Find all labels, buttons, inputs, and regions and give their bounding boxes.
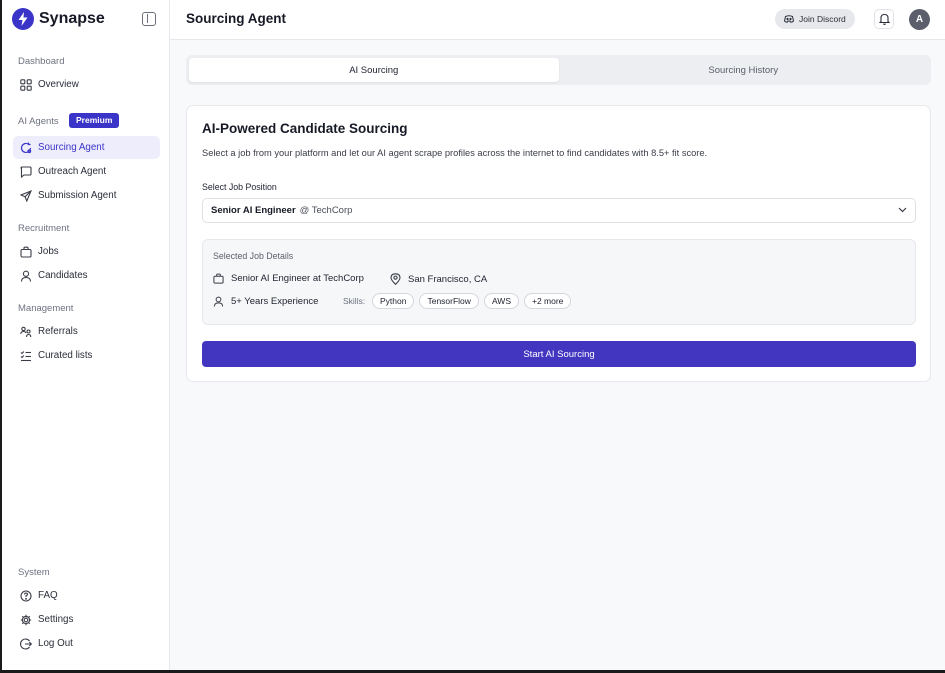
avatar[interactable]: A [909,9,930,30]
job-experience-row: 5+ Years Experience [213,296,318,307]
job-location-row: San Francisco, CA [390,273,487,285]
bell-icon [878,13,890,25]
sidebar-item-label: Jobs [38,246,59,257]
skill-tag: Python [372,293,415,309]
sidebar-item-overview[interactable]: Overview [13,73,160,96]
job-position-select[interactable]: Senior AI Engineer @ TechCorp [202,198,916,223]
chevron-down-icon [898,207,907,213]
section-label-management: Management [18,303,74,314]
tab-sourcing-history[interactable]: Sourcing History [559,58,929,82]
help-circle-icon [19,589,32,602]
send-icon [19,189,32,202]
map-pin-icon [390,273,401,285]
selected-job-title: Senior AI Engineer [211,205,296,216]
top-bar: Sourcing Agent Join Discord A [170,0,945,40]
join-discord-button[interactable]: Join Discord [775,9,855,29]
sidebar-item-settings[interactable]: Settings [13,608,160,631]
sidebar-item-label: Settings [38,614,74,625]
sidebar-item-label: Curated lists [38,350,93,361]
main-content: Sourcing Agent Join Discord A AI Sourcin… [170,0,945,670]
sidebar-item-jobs[interactable]: Jobs [13,240,160,263]
sidebar: Synapse Dashboard Overview AI Agents Pre… [2,0,170,670]
sidebar-item-sourcing-agent[interactable]: Sourcing Agent [13,136,160,159]
users-exchange-icon [19,325,32,338]
sidebar-item-referrals[interactable]: Referrals [13,320,160,343]
checklist-icon [19,349,32,362]
section-label-recruitment: Recruitment [18,223,70,234]
user-icon [19,269,32,282]
sidebar-item-logout[interactable]: Log Out [13,632,160,655]
brand-name: Synapse [39,10,105,27]
page-title: Sourcing Agent [186,11,286,26]
sidebar-item-label: Sourcing Agent [38,142,105,153]
job-role-row: Senior AI Engineer at TechCorp [213,273,364,284]
job-location: San Francisco, CA [408,273,488,285]
sidebar-collapse-icon[interactable] [142,12,156,26]
card-title: AI-Powered Candidate Sourcing [202,121,408,136]
job-role: Senior AI Engineer at TechCorp [231,273,364,284]
gear-icon [19,613,32,626]
card-description: Select a job from your platform and let … [202,148,708,158]
discord-icon [784,15,794,23]
section-label-dashboard: Dashboard [18,56,65,67]
more-skills-tag[interactable]: +2 more [523,293,572,309]
job-details-panel: Selected Job Details Senior AI Engineer … [202,239,916,325]
sidebar-item-curated-lists[interactable]: Curated lists [13,344,160,367]
sidebar-item-label: Submission Agent [38,190,117,201]
chat-bubble-icon [19,165,32,178]
brand[interactable]: Synapse [12,8,105,30]
sidebar-item-candidates[interactable]: Candidates [13,264,160,287]
sourcing-card: AI-Powered Candidate Sourcing Select a j… [186,105,931,382]
sidebar-item-label: Outreach Agent [38,166,107,177]
section-label-system: System [18,567,50,578]
sidebar-item-label: Log Out [38,638,73,649]
premium-badge: Premium [69,113,120,128]
tab-bar: AI Sourcing Sourcing History [186,55,931,85]
app-window: Synapse Dashboard Overview AI Agents Pre… [0,0,945,673]
sidebar-item-submission-agent[interactable]: Submission Agent [13,184,160,207]
logout-icon [19,637,32,650]
sidebar-item-label: Candidates [38,270,88,281]
start-ai-sourcing-button[interactable]: Start AI Sourcing [202,341,916,367]
job-position-label: Select Job Position [202,182,277,192]
section-label-ai-agents: AI Agents [18,116,59,127]
tab-ai-sourcing[interactable]: AI Sourcing [189,58,559,82]
sidebar-item-outreach-agent[interactable]: Outreach Agent [13,160,160,183]
skills-list: Python TensorFlow AWS +2 more [372,293,576,309]
details-heading: Selected Job Details [213,251,294,261]
job-experience: 5+ Years Experience [231,296,319,307]
skill-tag: TensorFlow [419,293,479,309]
skill-tag: AWS [483,293,519,309]
lightning-bolt-icon [12,8,34,30]
refresh-search-icon [19,141,32,154]
join-discord-label: Join Discord [799,14,846,24]
selected-job-company: @ TechCorp [299,205,353,216]
notifications-button[interactable] [874,9,894,29]
grid-icon [19,78,32,91]
sidebar-item-label: FAQ [38,590,58,601]
sidebar-item-label: Overview [38,79,79,90]
sidebar-item-faq[interactable]: FAQ [13,584,160,607]
briefcase-icon [19,245,32,258]
briefcase-icon [213,273,224,284]
skills-label: Skills: [343,296,366,306]
user-icon [213,296,224,307]
sidebar-item-label: Referrals [38,326,78,337]
